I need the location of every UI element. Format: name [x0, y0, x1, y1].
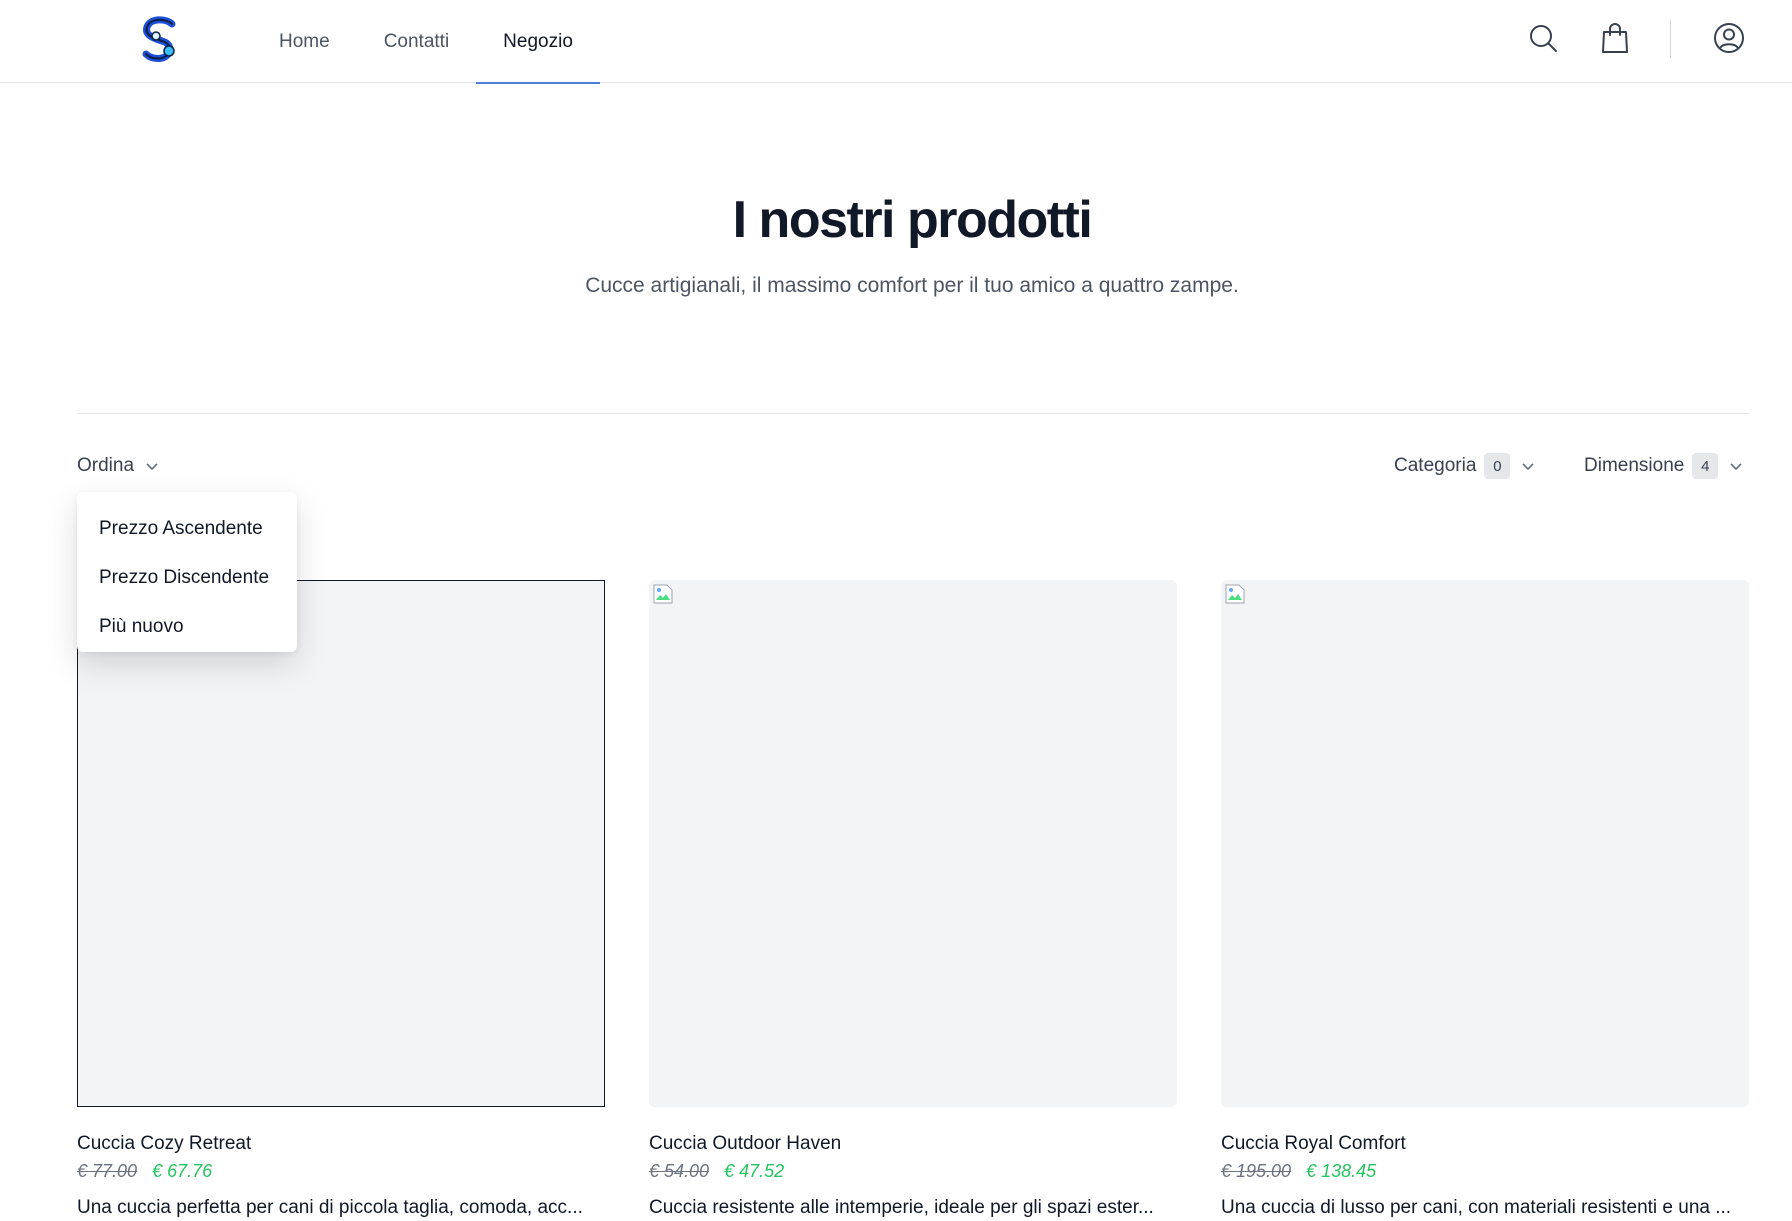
- broken-image-icon: [1225, 584, 1245, 604]
- page-title: I nostri prodotti: [732, 191, 1093, 249]
- sort-option-price-asc[interactable]: Prezzo Ascendente: [77, 504, 297, 553]
- brand-logo[interactable]: [138, 16, 182, 64]
- product-description: Una cuccia perfetta per cani di piccola …: [77, 1197, 583, 1218]
- product-card[interactable]: Cuccia Outdoor Haven € 54.00 € 47.52 Cuc…: [649, 580, 1177, 1219]
- sort-label: Ordina: [77, 455, 135, 476]
- product-old-price: € 54.00: [649, 1161, 710, 1181]
- site-header: Home Contatti Negozio: [0, 0, 1792, 84]
- product-name[interactable]: Cuccia Cozy Retreat: [77, 1133, 605, 1157]
- size-filter-button[interactable]: Dimensione 4: [1584, 452, 1744, 480]
- sort-dropdown-button[interactable]: Ordina: [77, 452, 160, 480]
- product-name[interactable]: Cuccia Outdoor Haven: [649, 1133, 1177, 1157]
- nav-contatti[interactable]: Contatti: [357, 0, 476, 83]
- product-card[interactable]: Cuccia Cozy Retreat € 77.00 € 67.76 Una …: [77, 580, 605, 1219]
- chevron-down-icon: [1520, 458, 1536, 474]
- sort-option-price-desc[interactable]: Prezzo Discendente: [77, 553, 297, 602]
- product-prices: € 195.00 € 138.45: [1221, 1161, 1749, 1185]
- section-divider: [77, 413, 1749, 414]
- category-count-badge: 0: [1484, 453, 1511, 479]
- search-icon[interactable]: [1525, 20, 1561, 56]
- main-nav: Home Contatti Negozio: [252, 0, 600, 84]
- sort-option-newest[interactable]: Più nuovo: [77, 602, 297, 651]
- product-image[interactable]: [649, 580, 1177, 1107]
- nav-home[interactable]: Home: [252, 0, 357, 83]
- product-description: Cuccia resistente alle intemperie, ideal…: [649, 1197, 1154, 1218]
- product-sale-price: € 138.45: [1306, 1161, 1377, 1181]
- product-name[interactable]: Cuccia Royal Comfort: [1221, 1133, 1749, 1157]
- broken-image-icon: [653, 584, 673, 604]
- chevron-down-icon: [1728, 458, 1744, 474]
- product-prices: € 77.00 € 67.76: [77, 1161, 605, 1185]
- chevron-down-icon: [144, 458, 160, 474]
- sort-menu: Prezzo Ascendente Prezzo Discendente Più…: [77, 492, 297, 652]
- header-divider: [1670, 20, 1671, 58]
- page-subtitle: Cucce artigianali, il massimo comfort pe…: [585, 274, 1239, 297]
- product-sale-price: € 67.76: [152, 1161, 213, 1181]
- product-image[interactable]: [77, 580, 605, 1107]
- category-label: Categoria: [1394, 455, 1477, 476]
- product-prices: € 54.00 € 47.52: [649, 1161, 1177, 1185]
- shopping-bag-icon[interactable]: [1597, 20, 1633, 56]
- category-filter-button[interactable]: Categoria 0: [1394, 452, 1536, 480]
- nav-negozio[interactable]: Negozio: [476, 0, 600, 84]
- product-image[interactable]: [1221, 580, 1749, 1107]
- product-card[interactable]: Cuccia Royal Comfort € 195.00 € 138.45 U…: [1221, 580, 1749, 1219]
- size-count-badge: 4: [1692, 453, 1719, 479]
- user-icon[interactable]: [1711, 20, 1747, 56]
- product-old-price: € 195.00: [1221, 1161, 1292, 1181]
- product-sale-price: € 47.52: [724, 1161, 785, 1181]
- size-label: Dimensione: [1584, 455, 1685, 476]
- product-old-price: € 77.00: [77, 1161, 138, 1181]
- product-description: Una cuccia di lusso per cani, con materi…: [1221, 1197, 1732, 1218]
